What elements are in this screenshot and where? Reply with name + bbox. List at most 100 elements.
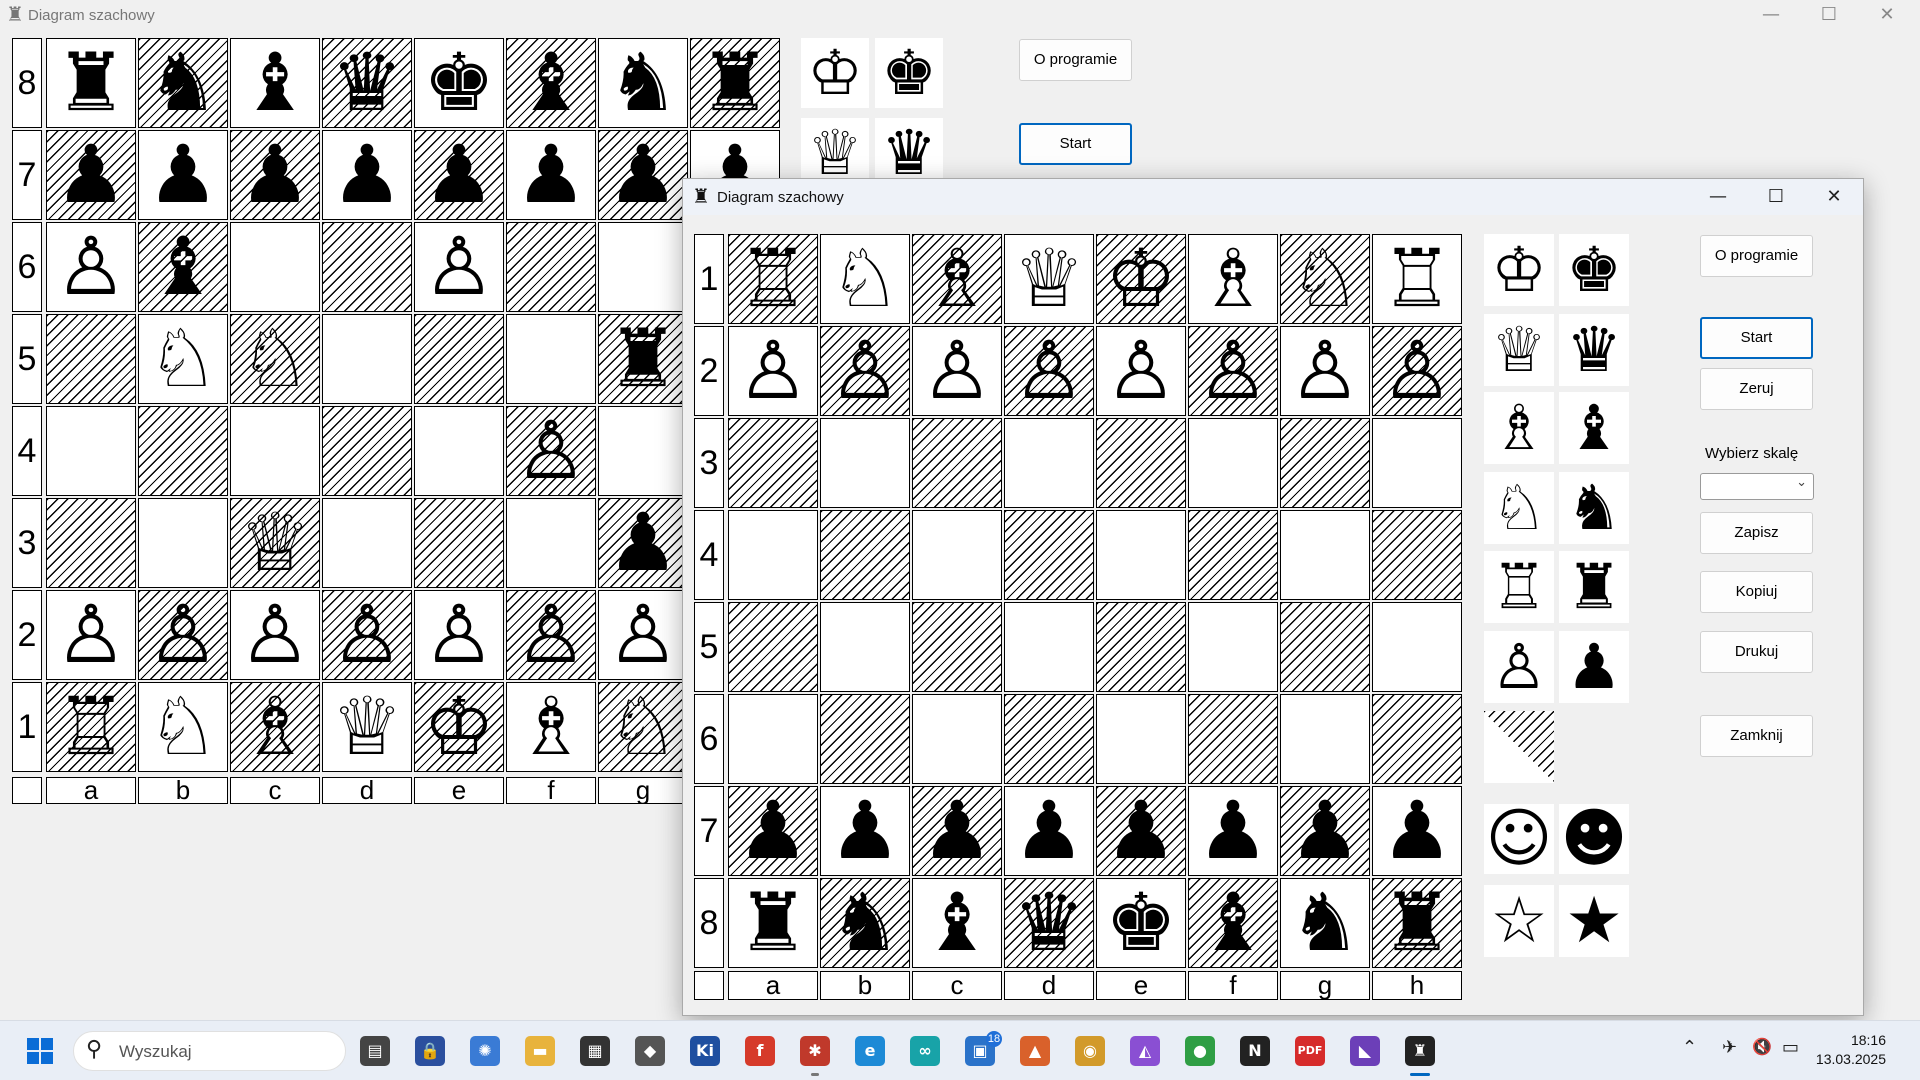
board-square[interactable]: ♟: [598, 130, 688, 220]
board-square[interactable]: [230, 222, 320, 312]
board-square[interactable]: [322, 498, 412, 588]
battery-icon[interactable]: ▭: [1782, 1037, 1799, 1058]
white-king-palette[interactable]: ♔: [1484, 234, 1554, 306]
taskbar-app-file-explorer[interactable]: ▬: [520, 1031, 560, 1071]
taskbar-app-eye[interactable]: ◉: [1070, 1031, 1110, 1071]
board-square[interactable]: ♙: [1004, 326, 1094, 416]
board-square[interactable]: ♖: [1372, 234, 1462, 324]
reset-button[interactable]: Zeruj: [1700, 368, 1813, 410]
volume-muted-icon[interactable]: 🔇: [1752, 1037, 1772, 1056]
board-square[interactable]: ♙: [1096, 326, 1186, 416]
back-close-button[interactable]: ✕: [1858, 0, 1916, 29]
taskbar-app-chessboard[interactable]: ◆: [630, 1031, 670, 1071]
board-square[interactable]: [1280, 602, 1370, 692]
board-square[interactable]: ♘: [598, 682, 688, 772]
taskbar-app-ant[interactable]: ✱: [795, 1031, 835, 1076]
taskbar-search-box[interactable]: ⚲ Wyszukaj: [73, 1031, 346, 1071]
board-square[interactable]: ♞: [820, 878, 910, 968]
taskbar-app-globe[interactable]: ✺: [465, 1031, 505, 1071]
black-bishop-palette[interactable]: ♝: [1559, 392, 1629, 464]
board-square[interactable]: ♙: [322, 590, 412, 680]
board-square[interactable]: [414, 406, 504, 496]
board-square[interactable]: ♟: [506, 130, 596, 220]
board-square[interactable]: ♟: [46, 130, 136, 220]
clock[interactable]: 18:16 13.03.2025: [1816, 1031, 1886, 1069]
board-square[interactable]: [1188, 694, 1278, 784]
board-square[interactable]: [728, 418, 818, 508]
board-square[interactable]: ♗: [230, 682, 320, 772]
board-square[interactable]: ♙: [820, 326, 910, 416]
taskbar-app-kicad[interactable]: Ki: [685, 1031, 725, 1071]
board-square[interactable]: [1188, 418, 1278, 508]
board-square[interactable]: ♟: [414, 130, 504, 220]
board-square[interactable]: [506, 314, 596, 404]
taskbar-app-freemind[interactable]: f: [740, 1031, 780, 1071]
board-square[interactable]: ♕: [230, 498, 320, 588]
board-square[interactable]: [506, 498, 596, 588]
board-square[interactable]: [1188, 510, 1278, 600]
board-square[interactable]: ♙: [230, 590, 320, 680]
board-square[interactable]: ♙: [46, 222, 136, 312]
taskbar-app-store[interactable]: ▣ 18: [960, 1031, 1002, 1071]
board-square[interactable]: [598, 406, 688, 496]
board-square[interactable]: [414, 498, 504, 588]
board-square[interactable]: ♟: [820, 786, 910, 876]
board-square[interactable]: ♙: [506, 406, 596, 496]
board-square[interactable]: [598, 222, 688, 312]
board-square[interactable]: ♟: [138, 130, 228, 220]
taskbar-app-chrome[interactable]: ●: [1180, 1031, 1220, 1071]
board-square[interactable]: [728, 602, 818, 692]
board-square[interactable]: [1188, 602, 1278, 692]
board-square[interactable]: ♕: [1004, 234, 1094, 324]
board-square[interactable]: ♚: [414, 38, 504, 128]
smile-filled-palette[interactable]: ☻: [1559, 804, 1629, 874]
white-pawn-palette[interactable]: ♙: [1484, 631, 1554, 703]
board-square[interactable]: [46, 314, 136, 404]
white-knight-palette[interactable]: ♘: [1484, 472, 1554, 544]
board-square[interactable]: ♟: [1280, 786, 1370, 876]
board-square[interactable]: ♘: [820, 234, 910, 324]
taskbar-app-arduino[interactable]: ∞: [905, 1031, 945, 1071]
board-square[interactable]: [1096, 418, 1186, 508]
board-square[interactable]: ♜: [46, 38, 136, 128]
star-filled-palette[interactable]: ★: [1559, 885, 1629, 957]
black-king-palette[interactable]: ♚: [875, 38, 943, 108]
black-knight-palette[interactable]: ♞: [1559, 472, 1629, 544]
board-square[interactable]: [1004, 602, 1094, 692]
taskbar-app-notion[interactable]: N: [1235, 1031, 1275, 1071]
board-square[interactable]: ♙: [414, 222, 504, 312]
board-square[interactable]: ♙: [414, 590, 504, 680]
board-square[interactable]: [414, 314, 504, 404]
taskbar-app-matlab[interactable]: ▲: [1015, 1031, 1055, 1071]
board-square[interactable]: [912, 694, 1002, 784]
taskbar-app-visual-studio[interactable]: ◣: [1345, 1031, 1385, 1071]
front-maximize-button[interactable]: ☐: [1747, 179, 1805, 215]
print-button[interactable]: Drukuj: [1700, 631, 1813, 673]
board-square[interactable]: [1372, 418, 1462, 508]
board-square[interactable]: [322, 314, 412, 404]
back-minimize-button[interactable]: —: [1742, 0, 1800, 29]
board-square[interactable]: [46, 498, 136, 588]
taskbar-app-chess-app[interactable]: ♜: [1400, 1031, 1440, 1076]
about-button[interactable]: O programie: [1700, 235, 1813, 277]
board-square[interactable]: [820, 694, 910, 784]
board-square[interactable]: ♟: [912, 786, 1002, 876]
start-button[interactable]: Start: [1700, 317, 1813, 359]
scale-select[interactable]: ⌄: [1700, 473, 1814, 500]
board-square[interactable]: [820, 510, 910, 600]
board-square[interactable]: ♙: [46, 590, 136, 680]
board-square[interactable]: ♙: [1188, 326, 1278, 416]
board-square[interactable]: ♝: [1188, 878, 1278, 968]
board-square[interactable]: [1280, 418, 1370, 508]
taskbar-app-pdf[interactable]: PDF: [1290, 1031, 1330, 1071]
board-square[interactable]: ♙: [912, 326, 1002, 416]
board-square[interactable]: [912, 510, 1002, 600]
white-rook-palette[interactable]: ♖: [1484, 551, 1554, 623]
save-button[interactable]: Zapisz: [1700, 512, 1813, 554]
back-title-bar[interactable]: ♜ Diagram szachowy — ☐ ✕: [0, 0, 1920, 29]
board-square[interactable]: ♘: [230, 314, 320, 404]
board-square[interactable]: [1372, 602, 1462, 692]
board-square[interactable]: ♟: [1004, 786, 1094, 876]
black-rook-palette[interactable]: ♜: [1559, 551, 1629, 623]
board-square[interactable]: ♛: [322, 38, 412, 128]
